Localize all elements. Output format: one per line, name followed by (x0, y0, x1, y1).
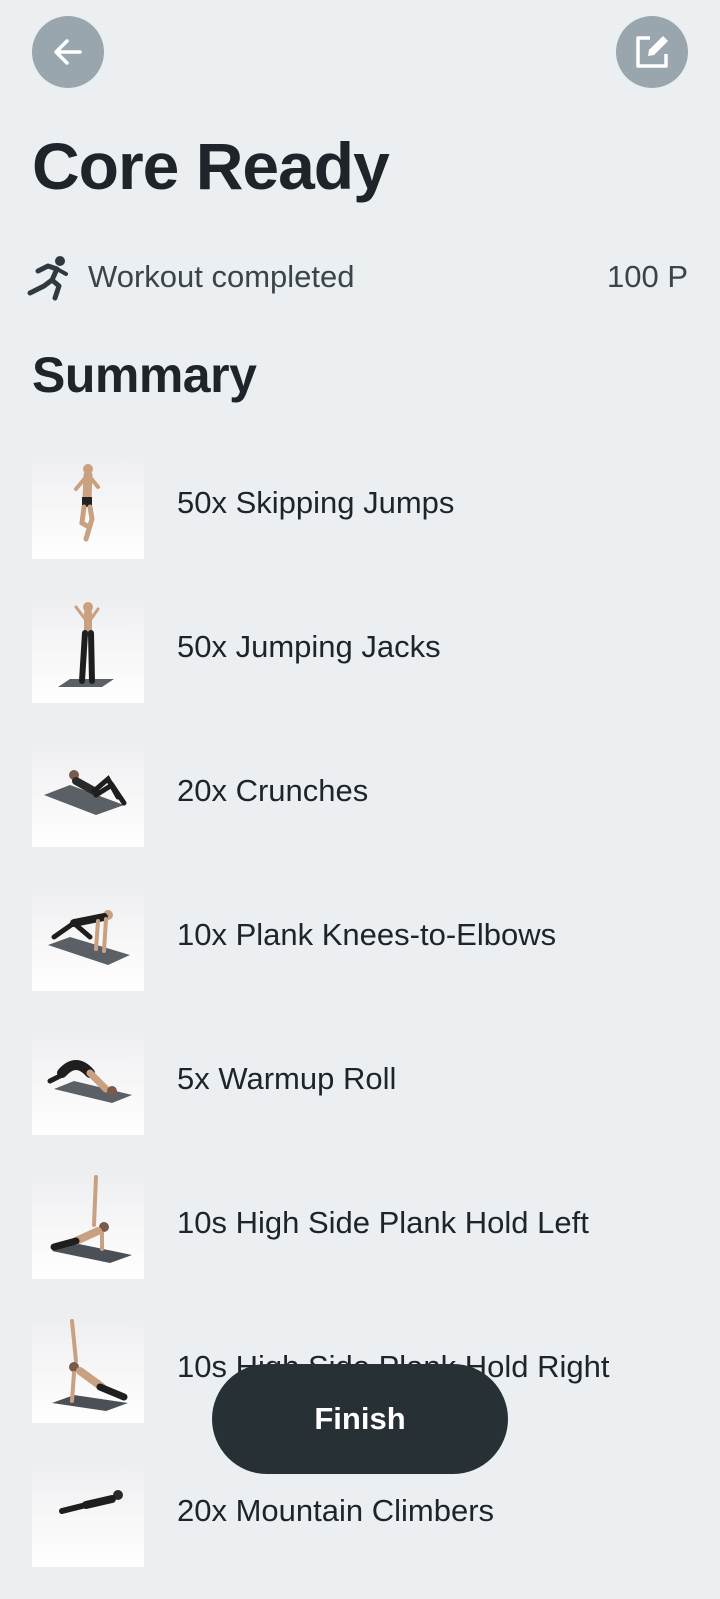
workout-status: Workout completed (88, 259, 355, 294)
summary-heading: Summary (32, 347, 257, 403)
exercise-thumbnail (32, 1455, 144, 1567)
arrow-left-icon (54, 39, 82, 65)
edit-icon (636, 36, 668, 68)
exercise-thumbnail (32, 447, 144, 559)
exercise-item[interactable]: 20x Mountain Climbers (32, 1455, 692, 1599)
exercise-label: 10s High Side Plank Hold Left (177, 1205, 589, 1240)
exercise-label: 10x Plank Knees-to-Elbows (177, 917, 557, 952)
exercise-thumbnail (32, 1023, 144, 1135)
exercise-thumbnail (32, 879, 144, 991)
exercise-item[interactable]: 50x Skipping Jumps (32, 447, 692, 591)
exercise-thumbnail (32, 1167, 144, 1279)
workout-title: Core Ready (32, 129, 390, 203)
exercise-label: 5x Warmup Roll (177, 1061, 397, 1096)
exercise-item[interactable]: 10s High Side Plank Hold Left (32, 1167, 692, 1311)
exercise-item[interactable]: 10x Plank Knees-to-Elbows (32, 879, 692, 1023)
running-person-icon (27, 256, 68, 301)
exercise-thumbnail (32, 591, 144, 703)
exercise-thumbnail (32, 735, 144, 847)
exercise-thumbnail (32, 1311, 144, 1423)
workout-status-row: Workout completed 100 P (24, 250, 688, 304)
exercise-item[interactable]: 50x Jumping Jacks (32, 591, 692, 735)
exercise-label: 50x Skipping Jumps (177, 485, 455, 520)
exercise-label: 20x Crunches (177, 773, 369, 808)
edit-button[interactable] (616, 16, 688, 88)
exercise-item[interactable]: 5x Warmup Roll (32, 1023, 692, 1167)
exercise-item[interactable]: 20x Crunches (32, 735, 692, 879)
finish-button[interactable]: Finish (212, 1364, 508, 1474)
exercise-label: 50x Jumping Jacks (177, 629, 441, 664)
workout-points: 100 P (606, 259, 688, 294)
back-button[interactable] (32, 16, 104, 88)
